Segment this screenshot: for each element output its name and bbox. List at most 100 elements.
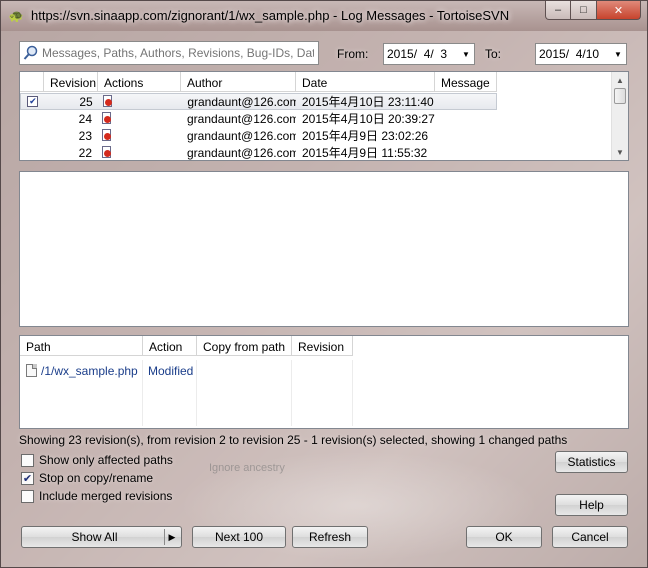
include-merged-option[interactable]: Include merged revisions bbox=[21, 489, 172, 503]
cancel-button-label: Cancel bbox=[571, 530, 609, 544]
revision-list[interactable]: Revision Actions Author Date Message ✔ 25… bbox=[19, 71, 629, 161]
revision-row[interactable]: ✔ 25 grandaunt@126.com 2015年4月10日 23:11:40 bbox=[20, 93, 497, 110]
show-affected-paths-checkbox[interactable] bbox=[21, 453, 34, 467]
statistics-button-label: Statistics bbox=[567, 455, 616, 469]
column-header-path-revision[interactable]: Revision bbox=[292, 336, 353, 356]
column-header-actions[interactable]: Actions bbox=[98, 72, 181, 92]
chevron-down-icon[interactable]: ▼ bbox=[613, 49, 623, 59]
stop-on-copy-option[interactable]: ✔ Stop on copy/rename bbox=[21, 471, 153, 485]
show-all-button-label: Show All bbox=[71, 530, 118, 544]
search-input[interactable] bbox=[42, 44, 314, 62]
scroll-down-icon[interactable]: ▼ bbox=[612, 144, 628, 160]
statistics-button[interactable]: Statistics bbox=[555, 451, 628, 473]
to-label: To: bbox=[485, 47, 502, 61]
scroll-up-icon[interactable]: ▲ bbox=[612, 72, 628, 88]
path-revision-cell bbox=[292, 360, 353, 426]
chevron-right-icon[interactable]: ▶ bbox=[167, 530, 177, 544]
from-label: From: bbox=[337, 47, 369, 61]
stop-on-copy-label: Stop on copy/rename bbox=[39, 471, 154, 485]
help-button-label: Help bbox=[579, 498, 604, 512]
minimize-button[interactable]: – bbox=[545, 1, 571, 20]
revision-row[interactable]: 23 grandaunt@126.com 2015年4月9日 23:02:26 bbox=[20, 127, 497, 144]
revision-list-scrollbar[interactable]: ▲ ▼ bbox=[611, 72, 628, 160]
revision-message bbox=[435, 127, 497, 144]
revision-actions bbox=[98, 127, 181, 144]
column-header-copy-from[interactable]: Copy from path bbox=[197, 336, 292, 356]
revision-checkbox[interactable]: ✔ bbox=[27, 96, 39, 107]
include-merged-checkbox[interactable] bbox=[21, 489, 34, 503]
revision-row[interactable]: 22 grandaunt@126.com 2015年4月9日 11:55:32 bbox=[20, 144, 497, 161]
revision-message bbox=[435, 144, 497, 161]
changed-path-row[interactable]: /1/wx_sample.php Modified bbox=[20, 360, 353, 426]
column-header-action[interactable]: Action bbox=[143, 336, 197, 356]
changed-paths-header: Path Action Copy from path Revision bbox=[20, 336, 353, 356]
modified-icon bbox=[101, 146, 113, 159]
show-all-button[interactable]: Show All ▶ bbox=[21, 526, 182, 548]
revision-date: 2015年4月9日 11:55:32 bbox=[302, 146, 428, 160]
caption-buttons: – □ ✕ bbox=[545, 1, 641, 21]
revision-number: 24 bbox=[78, 111, 92, 126]
next-100-button-label: Next 100 bbox=[214, 530, 264, 544]
revision-message bbox=[435, 110, 497, 127]
revision-author: grandaunt@126.com bbox=[187, 128, 296, 143]
row-check-cell bbox=[20, 144, 44, 161]
row-check-cell: ✔ bbox=[21, 93, 45, 110]
to-date-picker[interactable]: 2015/ 4/10 ▼ bbox=[535, 43, 627, 65]
tortoisesvn-icon: 🐢 bbox=[8, 9, 24, 23]
column-header-message[interactable]: Message bbox=[435, 72, 497, 92]
revision-date: 2015年4月10日 23:11:40 bbox=[301, 95, 434, 109]
dialog-body: From: 2015/ 4/ 3 ▼ To: 2015/ 4/10 ▼ Revi… bbox=[9, 31, 639, 561]
to-date-value: 2015/ 4/10 bbox=[539, 47, 600, 61]
stop-on-copy-checkbox[interactable]: ✔ bbox=[21, 471, 34, 485]
from-date-picker[interactable]: 2015/ 4/ 3 ▼ bbox=[383, 43, 475, 65]
revision-date: 2015年4月9日 23:02:26 bbox=[302, 129, 429, 143]
search-icon[interactable] bbox=[23, 45, 41, 61]
from-date-value: 2015/ 4/ 3 bbox=[387, 47, 448, 61]
revision-row[interactable]: 24 grandaunt@126.com 2015年4月10日 20:39:27 bbox=[20, 110, 497, 127]
path-value: /1/wx_sample.php bbox=[41, 364, 138, 378]
revision-number: 25 bbox=[79, 94, 93, 109]
include-merged-label: Include merged revisions bbox=[39, 489, 173, 503]
ok-button[interactable]: OK bbox=[466, 526, 542, 548]
modified-icon bbox=[101, 112, 113, 125]
next-100-button[interactable]: Next 100 bbox=[192, 526, 286, 548]
show-affected-paths-option[interactable]: Show only affected paths bbox=[21, 453, 173, 467]
column-header-revision[interactable]: Revision bbox=[44, 72, 98, 92]
changed-paths-list[interactable]: Path Action Copy from path Revision /1/w… bbox=[19, 335, 629, 429]
revision-actions bbox=[98, 110, 181, 127]
show-affected-paths-label: Show only affected paths bbox=[39, 453, 173, 467]
revision-list-header: Revision Actions Author Date Message bbox=[20, 72, 497, 92]
revision-date: 2015年4月10日 20:39:27 bbox=[302, 112, 435, 126]
title-bar[interactable]: 🐢 https://svn.sinaapp.com/zignorant/1/wx… bbox=[1, 1, 647, 31]
revision-author: grandaunt@126.com bbox=[187, 111, 296, 126]
maximize-button[interactable]: □ bbox=[571, 1, 597, 20]
revision-number: 23 bbox=[78, 128, 92, 143]
split-separator bbox=[164, 529, 165, 545]
modified-icon bbox=[102, 95, 114, 108]
modified-icon bbox=[101, 129, 113, 142]
row-check-cell bbox=[20, 110, 44, 127]
ok-button-label: OK bbox=[495, 530, 513, 544]
revision-message bbox=[434, 93, 496, 110]
row-check-cell bbox=[20, 127, 44, 144]
status-text: Showing 23 revision(s), from revision 2 … bbox=[19, 433, 568, 447]
chevron-down-icon[interactable]: ▼ bbox=[461, 49, 471, 59]
action-cell: Modified bbox=[143, 360, 197, 426]
log-message-area[interactable] bbox=[19, 171, 629, 327]
cancel-button[interactable]: Cancel bbox=[552, 526, 628, 548]
action-value: Modified bbox=[148, 364, 194, 378]
column-header-date[interactable]: Date bbox=[296, 72, 435, 92]
revision-author: grandaunt@126.com bbox=[187, 94, 296, 109]
close-button[interactable]: ✕ bbox=[597, 1, 641, 20]
refresh-button[interactable]: Refresh bbox=[292, 526, 368, 548]
path-cell: /1/wx_sample.php bbox=[20, 360, 143, 426]
column-header-path[interactable]: Path bbox=[20, 336, 143, 356]
help-button[interactable]: Help bbox=[555, 494, 628, 516]
filter-bar: From: 2015/ 4/ 3 ▼ To: 2015/ 4/10 ▼ bbox=[19, 41, 639, 67]
column-header-check[interactable] bbox=[20, 72, 44, 92]
log-messages-window: 🐢 https://svn.sinaapp.com/zignorant/1/wx… bbox=[0, 0, 648, 568]
scroll-thumb[interactable] bbox=[614, 88, 626, 104]
search-box[interactable] bbox=[19, 41, 319, 65]
copy-from-cell bbox=[197, 360, 292, 426]
column-header-author[interactable]: Author bbox=[181, 72, 296, 92]
